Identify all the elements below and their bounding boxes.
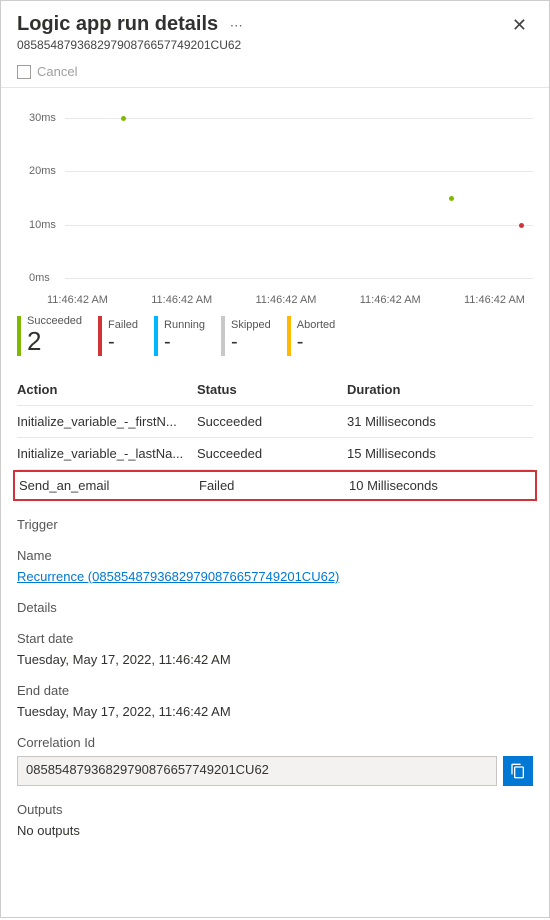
- chart-ytick: 30ms: [29, 112, 56, 124]
- chart-xtick: 11:46:42 AM: [151, 294, 212, 306]
- end-date-value: Tuesday, May 17, 2022, 11:46:42 AM: [17, 704, 533, 719]
- status-bar-icon: [154, 316, 158, 356]
- table-header: Action Status Duration: [17, 374, 533, 406]
- cancel-button: Cancel: [17, 64, 533, 79]
- chart-xtick: 11:46:42 AM: [360, 294, 421, 306]
- cell-duration: 10 Milliseconds: [349, 478, 531, 493]
- status-label: Failed: [108, 320, 138, 331]
- chart-x-axis: 11:46:42 AM 11:46:42 AM 11:46:42 AM 11:46:4…: [17, 294, 533, 306]
- status-running: Running-: [154, 316, 205, 356]
- status-aborted: Aborted-: [287, 316, 336, 356]
- start-date-label: Start date: [17, 631, 533, 646]
- correlation-id-label: Correlation Id: [17, 735, 533, 750]
- duration-chart: 0ms 10ms 20ms 30ms: [17, 108, 533, 288]
- chart-ytick: 20ms: [29, 165, 56, 177]
- outputs-value: No outputs: [17, 823, 533, 838]
- content-scroll[interactable]: 0ms10ms20ms30ms 11:46:42 AM11:46:42 AM11…: [1, 88, 549, 910]
- outputs-section: Outputs: [17, 802, 533, 817]
- toolbar: Cancel: [1, 60, 549, 88]
- table-body: Initialize_variable_-_firstN...Succeeded…: [17, 406, 533, 501]
- cancel-icon: [17, 65, 31, 79]
- col-header-status: Status: [197, 382, 347, 397]
- chart-point: [449, 196, 454, 201]
- close-icon[interactable]: ✕: [506, 13, 533, 38]
- header: Logic app run details ⋯ 0858548793682979…: [1, 1, 549, 60]
- details-section: Details: [17, 600, 533, 615]
- copy-button[interactable]: [503, 756, 533, 786]
- trigger-name-label: Name: [17, 548, 533, 563]
- cell-duration: 31 Milliseconds: [347, 414, 533, 429]
- status-value: -: [108, 331, 138, 353]
- table-row[interactable]: Initialize_variable_-_firstN...Succeeded…: [17, 406, 533, 438]
- copy-icon: [510, 763, 526, 779]
- cell-status: Succeeded: [197, 414, 347, 429]
- cell-duration: 15 Milliseconds: [347, 446, 533, 461]
- chart-point: [519, 223, 524, 228]
- trigger-link[interactable]: Recurrence (0858548793682979087665774920…: [17, 569, 339, 584]
- chart-xtick: 11:46:42 AM: [47, 294, 108, 306]
- status-label: Aborted: [297, 320, 336, 331]
- run-details-panel: Logic app run details ⋯ 0858548793682979…: [0, 0, 550, 918]
- status-succeeded: Succeeded2: [17, 316, 82, 356]
- status-failed: Failed-: [98, 316, 138, 356]
- status-skipped: Skipped-: [221, 316, 271, 356]
- status-bar-icon: [17, 316, 21, 356]
- trigger-section: Trigger: [17, 517, 533, 532]
- page-title: Logic app run details: [17, 13, 218, 36]
- chart-gridline: [65, 278, 533, 279]
- chart-gridline: [65, 225, 533, 226]
- cell-action: Send_an_email: [19, 478, 199, 493]
- cell-action: Initialize_variable_-_lastNa...: [17, 446, 197, 461]
- more-icon[interactable]: ⋯: [230, 18, 244, 34]
- chart-xtick: 11:46:42 AM: [464, 294, 525, 306]
- status-bar-icon: [287, 316, 291, 356]
- chart-gridline: [65, 118, 533, 119]
- chart-ytick: 0ms: [29, 272, 50, 284]
- chart-xtick: 11:46:42 AM: [256, 294, 317, 306]
- cell-status: Succeeded: [197, 446, 347, 461]
- table-row[interactable]: Initialize_variable_-_lastNa...Succeeded…: [17, 438, 533, 470]
- status-value: -: [231, 331, 271, 353]
- col-header-action: Action: [17, 382, 197, 397]
- cancel-label: Cancel: [37, 64, 77, 79]
- run-id-subtitle: 08585487936829790876657749201CU62: [17, 38, 506, 52]
- chart-point: [121, 116, 126, 121]
- chart-gridline: [65, 171, 533, 172]
- status-value: 2: [27, 327, 82, 356]
- cell-action: Initialize_variable_-_firstN...: [17, 414, 197, 429]
- start-date-value: Tuesday, May 17, 2022, 11:46:42 AM: [17, 652, 533, 667]
- chart-ytick: 10ms: [29, 219, 56, 231]
- correlation-id-value[interactable]: 08585487936829790876657749201CU62: [17, 756, 497, 786]
- end-date-label: End date: [17, 683, 533, 698]
- status-label: Running: [164, 320, 205, 331]
- status-bar-icon: [221, 316, 225, 356]
- status-value: -: [297, 331, 336, 353]
- col-header-duration: Duration: [347, 382, 533, 397]
- cell-status: Failed: [199, 478, 349, 493]
- status-value: -: [164, 331, 205, 353]
- status-summary: Succeeded2Failed-Running-Skipped-Aborted…: [17, 316, 533, 356]
- status-label: Skipped: [231, 320, 271, 331]
- table-row[interactable]: Send_an_emailFailed10 Milliseconds: [13, 470, 537, 501]
- status-bar-icon: [98, 316, 102, 356]
